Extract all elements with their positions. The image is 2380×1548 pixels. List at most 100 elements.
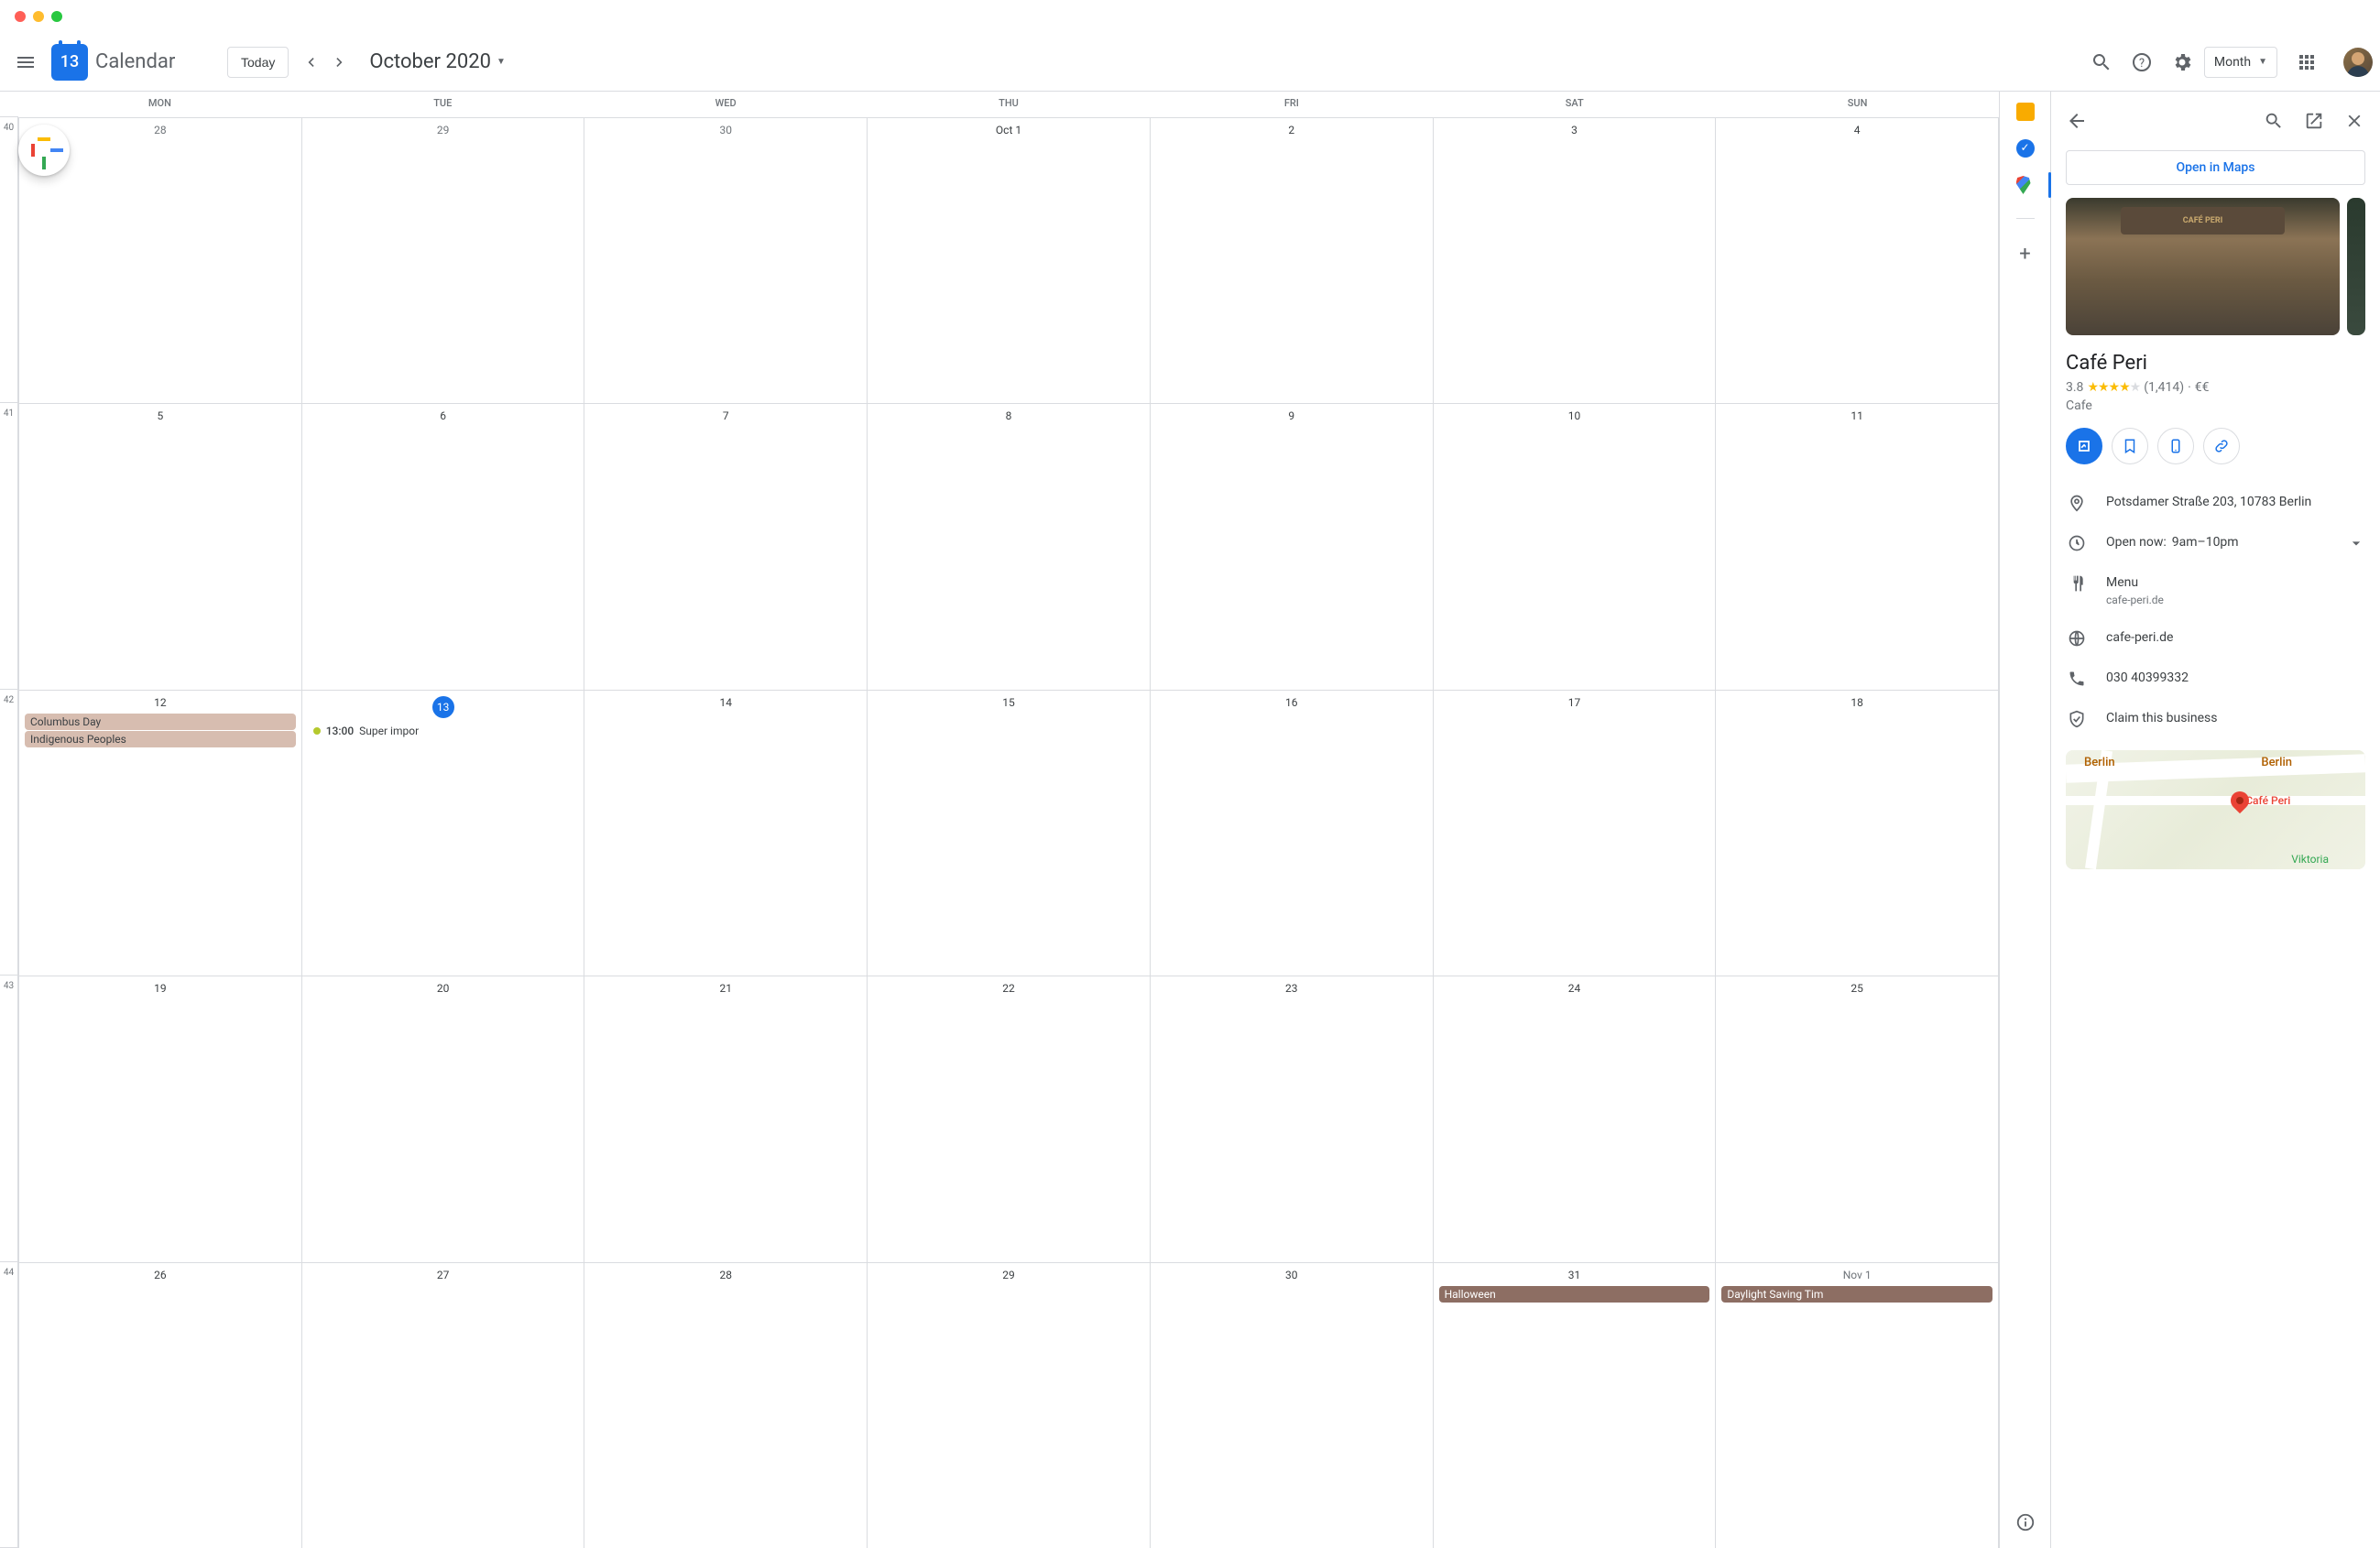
star-rating-icon: ★★★★★ [2087, 380, 2140, 395]
day-cell[interactable]: 12Columbus DayIndigenous Peoples [18, 691, 302, 976]
day-cell[interactable]: 29 [868, 1263, 1151, 1548]
support-button[interactable]: ? [2123, 44, 2160, 81]
create-event-button[interactable] [18, 125, 70, 176]
save-place-button[interactable] [2112, 428, 2148, 464]
side-panel-info-button[interactable] [2007, 1504, 2044, 1541]
map-preview[interactable]: Berlin Berlin Café Peri Viktoria [2066, 750, 2365, 869]
menu-label: Menu [2106, 574, 2365, 593]
day-cell[interactable]: 19 [18, 976, 302, 1261]
hours-row[interactable]: Open now: 9am–10pm [2066, 523, 2365, 563]
separator: · [2188, 380, 2191, 395]
day-cell[interactable]: 10 [1434, 404, 1717, 689]
view-selector[interactable]: Month ▼ [2204, 47, 2277, 78]
week-number: 44 [0, 1262, 18, 1548]
get-addons-button[interactable]: + [2019, 243, 2030, 266]
address-row[interactable]: Potsdamer Straße 203, 10783 Berlin [2066, 483, 2365, 523]
google-apps-button[interactable] [2288, 44, 2325, 81]
share-link-button[interactable] [2203, 428, 2240, 464]
day-cell[interactable]: 30 [584, 118, 868, 403]
day-cell[interactable]: 5 [18, 404, 302, 689]
day-cell[interactable]: 27 [302, 1263, 585, 1548]
maps-addon-button[interactable] [2016, 176, 2035, 194]
next-period-button[interactable] [325, 48, 355, 77]
day-header: FRI [1150, 92, 1433, 117]
place-photo[interactable]: CAFÉ PERI [2066, 198, 2340, 335]
day-cell[interactable]: 23 [1151, 976, 1434, 1261]
day-cell[interactable]: 9 [1151, 404, 1434, 689]
prev-period-button[interactable] [296, 48, 325, 77]
panel-back-button[interactable] [2058, 103, 2095, 139]
day-cell[interactable]: 28 [584, 1263, 868, 1548]
day-cell[interactable]: 4 [1716, 118, 1999, 403]
tasks-addon-button[interactable] [2016, 139, 2035, 158]
window-minimize-button[interactable] [33, 11, 44, 22]
day-cell[interactable]: Oct 1 [868, 118, 1151, 403]
main-menu-button[interactable] [7, 44, 44, 81]
keep-addon-button[interactable] [2016, 103, 2035, 121]
claim-text: Claim this business [2106, 710, 2365, 728]
event-chip[interactable]: Indigenous Peoples [25, 731, 296, 747]
week-row: 12Columbus DayIndigenous Peoples1313:00S… [18, 690, 1999, 976]
day-cell[interactable]: 16 [1151, 691, 1434, 976]
menu-row[interactable]: Menu cafe-peri.de [2066, 563, 2365, 618]
place-category: Cafe [2066, 398, 2365, 413]
day-cell[interactable]: 3 [1434, 118, 1717, 403]
chevron-left-icon [301, 53, 320, 71]
event-dot-icon [313, 727, 321, 735]
day-cell[interactable]: 1313:00Super impor [302, 691, 585, 976]
caret-down-icon: ▼ [2258, 57, 2267, 67]
today-button[interactable]: Today [227, 47, 289, 78]
claim-row[interactable]: Claim this business [2066, 699, 2365, 739]
open-in-maps-button[interactable]: Open in Maps [2066, 150, 2365, 185]
nav-arrows [296, 48, 355, 77]
settings-button[interactable] [2164, 44, 2200, 81]
website-row[interactable]: cafe-peri.de [2066, 618, 2365, 659]
directions-button[interactable] [2066, 428, 2102, 464]
day-cell[interactable]: 8 [868, 404, 1151, 689]
maps-pin-icon [2016, 176, 2031, 194]
place-photo[interactable] [2347, 198, 2365, 335]
panel-close-button[interactable] [2336, 103, 2373, 139]
map-label: Berlin [2084, 756, 2115, 769]
day-cell[interactable]: 29 [302, 118, 585, 403]
day-cell[interactable]: 22 [868, 976, 1151, 1261]
day-cell[interactable]: 25 [1716, 976, 1999, 1261]
day-number: 14 [588, 692, 863, 713]
event-label: Super impor [359, 725, 419, 737]
open-in-new-button[interactable] [2296, 103, 2332, 139]
directions-icon [2075, 437, 2093, 455]
day-cell[interactable]: 17 [1434, 691, 1717, 976]
day-cell[interactable]: 20 [302, 976, 585, 1261]
search-button[interactable] [2083, 44, 2120, 81]
day-cell[interactable]: Nov 1Daylight Saving Tim [1716, 1263, 1999, 1548]
panel-search-button[interactable] [2255, 103, 2292, 139]
send-to-phone-button[interactable] [2157, 428, 2194, 464]
panel-header [2051, 92, 2380, 150]
day-header: SUN [1716, 92, 1999, 117]
event-chip[interactable]: Columbus Day [25, 714, 296, 730]
day-cell[interactable]: 7 [584, 404, 868, 689]
day-cell[interactable]: 11 [1716, 404, 1999, 689]
day-cell[interactable]: 15 [868, 691, 1151, 976]
event-chip[interactable]: Halloween [1439, 1286, 1710, 1303]
account-avatar[interactable] [2343, 48, 2373, 77]
day-headers: MON TUE WED THU FRI SAT SUN [18, 92, 1999, 117]
day-cell[interactable]: 18 [1716, 691, 1999, 976]
current-range-dropdown[interactable]: October 2020 ▼ [369, 50, 505, 73]
day-cell[interactable]: 14 [584, 691, 868, 976]
event-chip[interactable]: Daylight Saving Tim [1721, 1286, 1992, 1303]
phone-row[interactable]: 030 40399332 [2066, 659, 2365, 699]
header-bar: 13 Calendar Today October 2020 ▼ ? [0, 33, 2380, 92]
window-close-button[interactable] [15, 11, 26, 22]
rating-value: 3.8 [2066, 380, 2083, 395]
header-right: ? Month ▼ [2083, 44, 2373, 81]
day-cell[interactable]: 24 [1434, 976, 1717, 1261]
day-cell[interactable]: 30 [1151, 1263, 1434, 1548]
day-cell[interactable]: 6 [302, 404, 585, 689]
day-cell[interactable]: 31Halloween [1434, 1263, 1717, 1548]
day-cell[interactable]: 21 [584, 976, 868, 1261]
day-cell[interactable]: 2 [1151, 118, 1434, 403]
event-chip[interactable]: 13:00Super impor [308, 723, 579, 739]
window-maximize-button[interactable] [51, 11, 62, 22]
day-cell[interactable]: 26 [18, 1263, 302, 1548]
